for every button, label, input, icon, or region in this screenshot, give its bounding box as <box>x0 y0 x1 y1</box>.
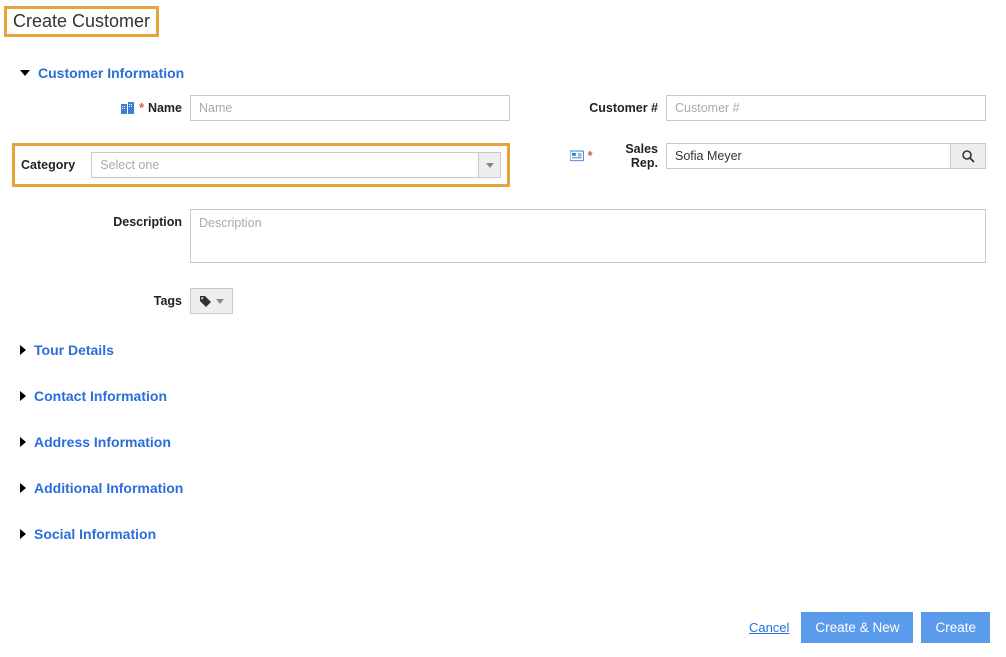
section-title: Address Information <box>34 434 171 450</box>
footer-actions: Cancel Create & New Create <box>749 612 990 643</box>
section-title: Social Information <box>34 526 156 542</box>
description-textarea[interactable] <box>190 209 986 263</box>
section-title: Contact Information <box>34 388 167 404</box>
create-button[interactable]: Create <box>921 612 990 643</box>
section-header-additional-info[interactable]: Additional Information <box>20 480 986 496</box>
section-header-contact-info[interactable]: Contact Information <box>20 388 986 404</box>
chevron-right-icon <box>20 345 26 355</box>
label-tags: Tags <box>20 288 190 314</box>
sales-rep-lookup-button[interactable] <box>950 143 986 169</box>
chevron-right-icon <box>20 391 26 401</box>
section-header-customer-info[interactable]: Customer Information <box>20 65 986 81</box>
chevron-right-icon <box>20 483 26 493</box>
label-name: * Name <box>20 95 190 121</box>
category-row-highlight: Category Select one <box>12 143 510 187</box>
search-icon <box>961 149 975 163</box>
customer-info-form: * Name Customer # Category Select o <box>20 95 986 314</box>
section-title: Additional Information <box>34 480 183 496</box>
section-contact-information: Contact Information <box>20 388 986 404</box>
required-marker: * <box>139 101 144 115</box>
org-icon <box>121 102 135 114</box>
sales-rep-input[interactable] <box>666 143 950 169</box>
label-sales-rep: * Sales Rep. <box>510 143 666 169</box>
section-header-social-info[interactable]: Social Information <box>20 526 986 542</box>
label-description: Description <box>20 209 190 235</box>
section-title: Tour Details <box>34 342 114 358</box>
cancel-link[interactable]: Cancel <box>749 620 789 635</box>
section-address-information: Address Information <box>20 434 986 450</box>
label-customer-no: Customer # <box>510 95 666 121</box>
chevron-right-icon <box>20 529 26 539</box>
dropdown-button[interactable] <box>478 153 500 177</box>
section-title: Customer Information <box>38 65 184 81</box>
page-title: Create Customer <box>4 6 159 37</box>
name-input[interactable] <box>190 95 510 121</box>
customer-no-input[interactable] <box>666 95 986 121</box>
tags-button[interactable] <box>190 288 233 314</box>
id-card-icon <box>570 150 584 162</box>
create-and-new-button[interactable]: Create & New <box>801 612 913 643</box>
category-placeholder: Select one <box>92 158 478 172</box>
category-select[interactable]: Select one <box>91 152 501 178</box>
section-tour-details: Tour Details <box>20 342 986 358</box>
chevron-right-icon <box>20 437 26 447</box>
chevron-down-icon <box>20 70 30 76</box>
chevron-down-icon <box>216 299 224 304</box>
section-header-tour-details[interactable]: Tour Details <box>20 342 986 358</box>
section-social-information: Social Information <box>20 526 986 542</box>
tag-icon <box>199 295 212 308</box>
section-header-address-info[interactable]: Address Information <box>20 434 986 450</box>
section-customer-information: Customer Information * Name Customer # <box>20 65 986 314</box>
chevron-down-icon <box>486 163 494 168</box>
label-category: Category <box>21 158 83 172</box>
required-marker: * <box>588 149 593 163</box>
section-additional-information: Additional Information <box>20 480 986 496</box>
